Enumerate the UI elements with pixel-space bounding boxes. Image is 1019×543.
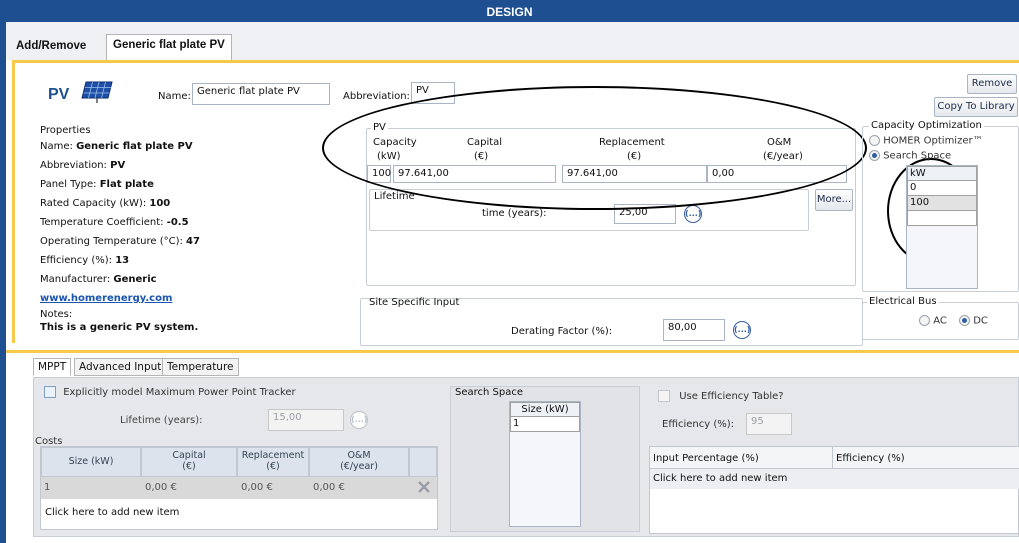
properties-list: Name: Generic flat plate PV Abbreviation… bbox=[40, 137, 200, 334]
derating-input[interactable]: 80,00 bbox=[663, 319, 725, 341]
efficiency-grid-header: Input Percentage (%) Efficiency (%) bbox=[650, 447, 1019, 469]
mppt-search-space-title: Search Space bbox=[455, 387, 524, 398]
costs-header-replacement: Replacement (€) bbox=[237, 447, 309, 477]
radio-selected-icon[interactable] bbox=[959, 315, 970, 326]
checkbox-icon[interactable] bbox=[44, 386, 56, 398]
window-left-edge bbox=[0, 22, 6, 543]
mppt-search-space-header: Size (kW) bbox=[510, 402, 580, 417]
costs-cell-replacement[interactable]: 0,00 € bbox=[241, 482, 273, 493]
property-row: Operating Temperature (°C): 47 bbox=[40, 236, 200, 247]
electrical-bus-group: Electrical Bus AC DC bbox=[862, 296, 1019, 340]
notes-value: This is a generic PV system. bbox=[40, 322, 199, 333]
site-specific-group: Site Specific Input Derating Factor (%):… bbox=[360, 297, 863, 346]
capacity-optimization-title: Capacity Optimization bbox=[869, 120, 984, 131]
electrical-bus-title: Electrical Bus bbox=[867, 296, 939, 307]
tab-strip: Add/Remove Generic flat plate PV bbox=[6, 22, 1019, 60]
mppt-search-space-list[interactable]: Size (kW) 1 bbox=[509, 401, 581, 527]
property-row: Panel Type: Flat plate bbox=[40, 179, 154, 190]
costs-header-action bbox=[409, 447, 437, 477]
homer-optimizer-option[interactable]: HOMER Optimizer™ bbox=[869, 135, 983, 147]
derating-label: Derating Factor (%): bbox=[511, 326, 613, 337]
mppt-lifetime-input[interactable]: 15,00 bbox=[268, 409, 344, 431]
costs-add-item[interactable]: Click here to add new item bbox=[45, 507, 179, 518]
search-space-value[interactable]: 100 bbox=[907, 196, 977, 211]
mppt-search-space-group: Search Space Size (kW) 1 bbox=[450, 386, 640, 532]
tab-mppt[interactable]: MPPT bbox=[33, 358, 72, 376]
more-button[interactable]: More... bbox=[815, 189, 853, 211]
property-row: Abbreviation: PV bbox=[40, 160, 126, 171]
costs-header-capital: Capital (€) bbox=[141, 447, 237, 477]
property-row: Efficiency (%): 13 bbox=[40, 255, 130, 266]
abbreviation-label: Abbreviation: bbox=[343, 91, 410, 102]
remove-button[interactable]: Remove bbox=[967, 74, 1017, 94]
annotation-oval bbox=[322, 86, 867, 210]
properties-panel: Properties Name: Generic flat plate PV A… bbox=[32, 125, 352, 342]
notes-label: Notes: bbox=[40, 309, 73, 320]
name-input[interactable]: Generic flat plate PV bbox=[192, 83, 330, 105]
property-row: Temperature Coefficient: -0.5 bbox=[40, 217, 189, 228]
copy-to-library-button[interactable]: Copy To Library bbox=[934, 97, 1018, 117]
capacity-search-space-list[interactable]: kW 0 100 bbox=[906, 165, 978, 289]
costs-header-size: Size (kW) bbox=[41, 447, 141, 477]
radio-icon[interactable] bbox=[869, 135, 880, 146]
site-specific-title: Site Specific Input bbox=[369, 297, 460, 308]
tab-generic-flat-plate-pv[interactable]: Generic flat plate PV bbox=[106, 34, 232, 60]
efficiency-input[interactable]: 95 bbox=[746, 413, 792, 435]
costs-cell-om[interactable]: 0,00 € bbox=[313, 482, 345, 493]
homer-link[interactable]: www.homerenergy.com bbox=[40, 289, 200, 308]
checkbox-icon[interactable] bbox=[658, 390, 670, 402]
lifetime-sensitivity-button[interactable]: (...) bbox=[684, 205, 702, 223]
efficiency-add-row[interactable]: Click here to add new item bbox=[650, 469, 1019, 489]
mppt-checkbox[interactable]: Explicitly model Maximum Power Point Tra… bbox=[44, 386, 296, 398]
capacity-optimization-group: Capacity Optimization HOMER Optimizer™ S… bbox=[862, 120, 1019, 292]
properties-title: Properties bbox=[40, 125, 91, 136]
property-row: Manufacturer: Generic bbox=[40, 274, 157, 285]
costs-cell-capital[interactable]: 0,00 € bbox=[145, 482, 177, 493]
lifetime-label: time (years): bbox=[482, 208, 547, 219]
property-row: Name: Generic flat plate PV bbox=[40, 141, 193, 152]
mppt-lifetime-sensitivity-button[interactable]: (...) bbox=[350, 411, 368, 429]
bus-ac-option[interactable]: AC bbox=[919, 315, 947, 327]
radio-icon[interactable] bbox=[919, 315, 930, 326]
efficiency-add-item[interactable]: Click here to add new item bbox=[653, 473, 787, 484]
table-row[interactable]: 1 0,00 € 0,00 € 0,00 € bbox=[41, 477, 437, 499]
efficiency-header-efficiency: Efficiency (%) bbox=[836, 453, 905, 464]
mppt-lifetime-label: Lifetime (years): bbox=[120, 415, 203, 426]
search-space-value[interactable]: 0 bbox=[907, 181, 977, 196]
efficiency-header-input: Input Percentage (%) bbox=[653, 453, 759, 464]
section-accent-bar bbox=[6, 350, 1019, 353]
property-row: Rated Capacity (kW): 100 bbox=[40, 198, 171, 209]
radio-selected-icon[interactable] bbox=[869, 150, 880, 161]
delete-icon[interactable] bbox=[417, 480, 431, 497]
top-accent-bar bbox=[12, 60, 1019, 63]
efficiency-label: Efficiency (%): bbox=[662, 419, 735, 430]
name-label: Name: bbox=[158, 91, 191, 102]
tab-add-remove[interactable]: Add/Remove bbox=[10, 36, 92, 56]
solar-panel-icon bbox=[80, 80, 114, 107]
column-divider bbox=[832, 447, 833, 469]
search-space-option[interactable]: Search Space bbox=[869, 150, 951, 162]
efficiency-grid: Input Percentage (%) Efficiency (%) Clic… bbox=[649, 446, 1019, 534]
tab-temperature[interactable]: Temperature bbox=[162, 358, 239, 376]
component-title: PV bbox=[48, 86, 70, 103]
tab-advanced-input[interactable]: Advanced Input bbox=[74, 358, 167, 376]
mppt-search-space-value[interactable]: 1 bbox=[510, 417, 580, 432]
costs-grid: Size (kW) Capital (€) Replacement (€) O&M(… bbox=[40, 446, 438, 530]
costs-header-om: O&M (€/year) bbox=[309, 447, 409, 477]
search-space-empty-row[interactable] bbox=[907, 211, 977, 226]
use-efficiency-table-checkbox[interactable]: Use Efficiency Table? bbox=[658, 390, 784, 402]
bus-dc-option[interactable]: DC bbox=[959, 315, 988, 327]
costs-cell-size[interactable]: 1 bbox=[44, 482, 50, 493]
left-accent-bar bbox=[12, 63, 15, 343]
derating-sensitivity-button[interactable]: (...) bbox=[733, 321, 751, 339]
search-space-header: kW bbox=[907, 166, 977, 181]
window-title: DESIGN bbox=[0, 0, 1019, 22]
